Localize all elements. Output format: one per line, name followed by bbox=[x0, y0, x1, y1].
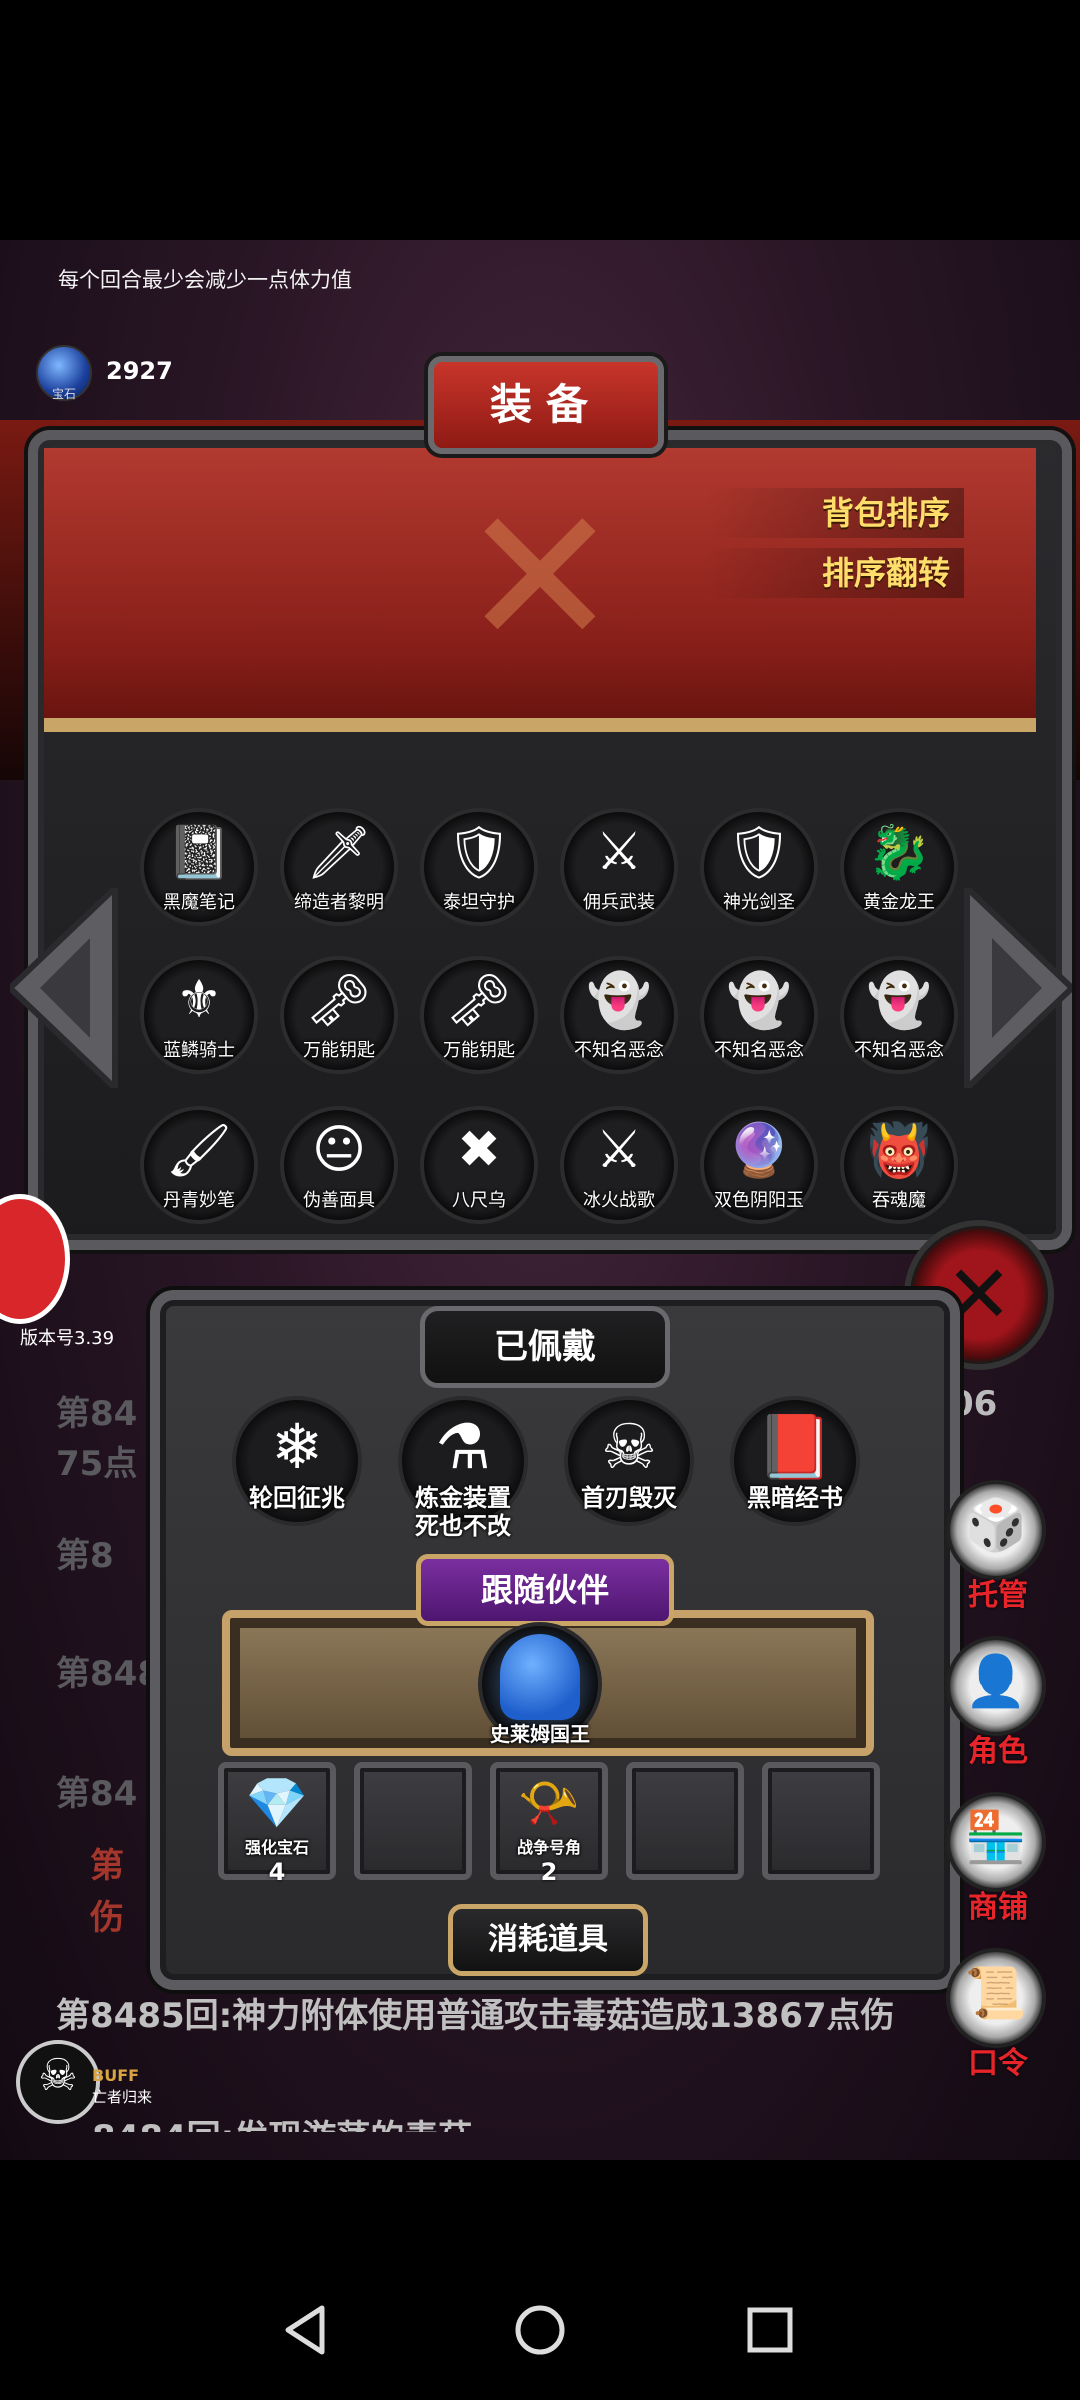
demon-icon: 👹 bbox=[866, 1121, 932, 1181]
equipment-item[interactable]: 👻 不知名恶念 bbox=[840, 956, 958, 1074]
scroll-icon: 📜 bbox=[964, 1964, 1028, 2022]
equipment-item[interactable]: 📓 黑魔笔记 bbox=[140, 808, 258, 926]
companion-title: 跟随伙伴 bbox=[416, 1554, 674, 1626]
worn-item[interactable]: 📕 黑暗经书 bbox=[730, 1396, 860, 1546]
nav-back-icon[interactable] bbox=[278, 2300, 338, 2360]
equipment-item[interactable]: 🗝 万能钥匙 bbox=[280, 956, 398, 1074]
consumable-slot[interactable]: 💎 强化宝石 4 bbox=[218, 1762, 336, 1886]
worn-title: 已佩戴 bbox=[420, 1306, 670, 1388]
top-black-bar bbox=[0, 0, 1080, 240]
equipment-item[interactable]: 🗡 缔造者黎明 bbox=[280, 808, 398, 926]
sword-icon: 🗡 bbox=[305, 823, 372, 883]
skull-icon: ☠ bbox=[38, 2050, 78, 2101]
ghost-icon: 👻 bbox=[866, 971, 932, 1031]
log-line: 第8 bbox=[56, 1536, 114, 1576]
equipment-item[interactable]: 🛡 泰坦守护 bbox=[420, 808, 538, 926]
item-count: 4 bbox=[268, 1858, 286, 1886]
hint-text: 每个回合最少会减少一点体力值 bbox=[58, 268, 352, 292]
nav-home-icon[interactable] bbox=[510, 2300, 570, 2360]
consumable-slot[interactable]: 📯 战争号角 2 bbox=[490, 1762, 608, 1886]
log-line: 第84 bbox=[56, 1394, 138, 1434]
buff-button[interactable]: ☠ bbox=[16, 2040, 100, 2124]
green-gem-icon: 💎 bbox=[245, 1774, 309, 1832]
crossbow-icon: ✖ bbox=[457, 1120, 501, 1180]
next-page-arrow-icon[interactable] bbox=[962, 881, 1077, 1095]
equipment-item[interactable]: ⚔ 佣兵武装 bbox=[560, 808, 678, 926]
equipment-item[interactable]: 👻 不知名恶念 bbox=[700, 956, 818, 1074]
companion-name: 史莱姆国王 bbox=[490, 1722, 590, 1746]
item-count: 2 bbox=[540, 1858, 558, 1886]
paladin-icon: 🛡 bbox=[725, 823, 792, 883]
dice-icon: 🎲 bbox=[964, 1496, 1028, 1554]
gem-counter: 2927 宝石 bbox=[36, 345, 206, 401]
knight-icon: ⚔ bbox=[595, 822, 643, 882]
armor-icon: 🛡 bbox=[445, 823, 512, 883]
companion-slot[interactable]: 史莱姆国王 bbox=[478, 1622, 602, 1752]
ghost-icon: 👻 bbox=[586, 971, 652, 1031]
equipment-item[interactable]: 🐉 黄金龙王 bbox=[840, 808, 958, 926]
gem-value: 2927 bbox=[106, 357, 173, 385]
flask-icon: ⚗ bbox=[435, 1410, 491, 1483]
slime-king-icon bbox=[500, 1634, 580, 1720]
consumables-title: 消耗道具 bbox=[448, 1904, 648, 1976]
horn-icon: 📯 bbox=[517, 1774, 581, 1832]
hooded-figure-icon: 👤 bbox=[964, 1652, 1028, 1710]
buff-label: BUFF bbox=[92, 2066, 140, 2085]
log-line: 第8485回:神力附体使用普通攻击毒菇造成13867点伤 bbox=[56, 1996, 895, 2036]
brush-icon: 🖌 bbox=[165, 1121, 232, 1181]
orb-icon: 🔮 bbox=[726, 1121, 792, 1181]
key-icon: 🗝 bbox=[305, 971, 372, 1031]
ice-staff-icon: ❄ bbox=[271, 1410, 323, 1483]
book-icon: 📓 bbox=[166, 823, 232, 883]
log-line: 8484回:发现游荡的毒菇 bbox=[92, 2110, 472, 2132]
sort-bag-button[interactable]: 背包排序 bbox=[704, 488, 964, 538]
buff-name: 亡者归来 bbox=[92, 2088, 153, 2106]
log-line: 第84 bbox=[56, 1774, 138, 1814]
mask-icon: 😐 bbox=[311, 1120, 367, 1180]
crossed-swords-emblem-icon: ✕ bbox=[460, 467, 620, 688]
shop-button[interactable]: 🏪 商铺 bbox=[946, 1792, 1050, 1942]
equipment-item[interactable]: ⚔ 冰火战歌 bbox=[560, 1106, 678, 1224]
equipment-item[interactable]: 🗝 万能钥匙 bbox=[420, 956, 538, 1074]
shop-icon: 🏪 bbox=[964, 1808, 1028, 1866]
equipment-item[interactable]: 👻 不知名恶念 bbox=[560, 956, 678, 1074]
dragon-icon: 🐉 bbox=[866, 823, 932, 883]
character-button[interactable]: 👤 角色 bbox=[946, 1636, 1050, 1786]
equipment-item[interactable]: ✖ 八尺乌 bbox=[420, 1106, 538, 1224]
red-book-icon: 📕 bbox=[756, 1410, 834, 1483]
consumable-slot[interactable] bbox=[762, 1762, 880, 1880]
code-button[interactable]: 📜 口令 bbox=[946, 1948, 1050, 2098]
auto-play-button[interactable]: 🎲 托管 bbox=[946, 1480, 1050, 1630]
equipment-item[interactable]: ⚜ 蓝鳞骑士 bbox=[140, 956, 258, 1074]
system-nav-bar bbox=[0, 2160, 1080, 2400]
worn-item[interactable]: ☠ 首刃毁灭 bbox=[564, 1396, 694, 1546]
gem-label: 宝石 bbox=[52, 387, 77, 401]
key-icon: 🗝 bbox=[445, 971, 512, 1031]
equipment-title: 装备 bbox=[428, 356, 664, 454]
worn-item[interactable]: ⚗ 炼金装置 死也不改 bbox=[398, 1396, 528, 1546]
swords-icon: ⚔ bbox=[595, 1120, 643, 1180]
consumable-slot[interactable] bbox=[354, 1762, 472, 1880]
log-line: 第 bbox=[90, 1846, 124, 1886]
prev-page-arrow-icon[interactable] bbox=[5, 881, 120, 1095]
sort-flip-button[interactable]: 排序翻转 bbox=[704, 548, 964, 598]
knight-icon: ⚜ bbox=[175, 970, 223, 1030]
equipment-item[interactable]: 👹 吞魂魔 bbox=[840, 1106, 958, 1224]
equipment-item[interactable]: 😐 伪善面具 bbox=[280, 1106, 398, 1224]
nav-recent-icon[interactable] bbox=[740, 2300, 800, 2360]
consumable-slot[interactable] bbox=[626, 1762, 744, 1880]
log-line: 75点 bbox=[56, 1444, 138, 1484]
reaper-icon: ☠ bbox=[601, 1410, 657, 1483]
log-line: 伤 bbox=[90, 1898, 124, 1938]
worn-item[interactable]: ❄ 轮回征兆 bbox=[232, 1396, 362, 1546]
version-label: 版本号3.39 bbox=[20, 1328, 115, 1349]
equipment-item[interactable]: 🔮 双色阴阳玉 bbox=[700, 1106, 818, 1224]
equipment-item[interactable]: 🛡 神光剑圣 bbox=[700, 808, 818, 926]
ghost-icon: 👻 bbox=[726, 971, 792, 1031]
equipment-item[interactable]: 🖌 丹青妙笔 bbox=[140, 1106, 258, 1224]
